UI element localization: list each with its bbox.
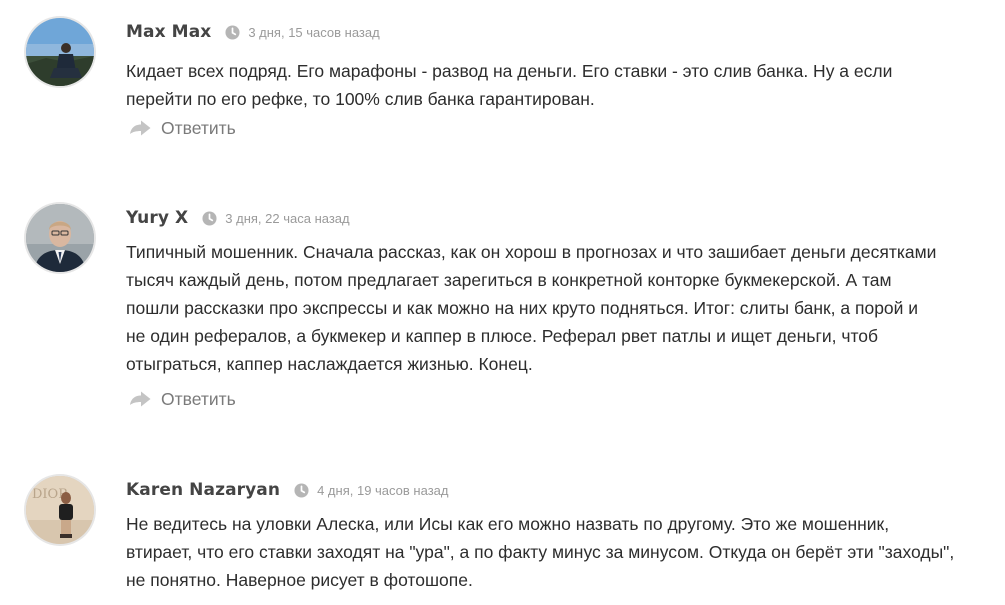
comment-text-line: отыграться, каппер наслаждается жизнью. … (126, 354, 533, 374)
comment-author[interactable]: Yury X (126, 208, 188, 228)
avatar[interactable] (26, 204, 94, 272)
comment-text-line: пошли рассказки про экспрессы и как можн… (126, 298, 919, 318)
avatar[interactable]: DIOR (26, 476, 94, 544)
avatar-photo (26, 204, 94, 272)
comment-text-line: не один рефералов, а букмекер и каппер в… (126, 326, 879, 346)
comment-text-line: Не ведитесь на уловки Алеска, или Исы ка… (126, 514, 890, 534)
comment-header: Max Max 3 дня, 15 часов назад (126, 18, 380, 46)
comment-text-line: не понятно. Наверное рисует в фотошопе. (126, 570, 473, 590)
comment-text-line: перейти по его рефке, то 100% слив банка… (126, 89, 595, 109)
clock-icon (202, 210, 217, 226)
comment-text-line: втирает, что его ставки заходят на "ура"… (126, 542, 955, 562)
comment-text-line: Кидает всех подряд. Его марафоны - разво… (126, 61, 893, 81)
comment-header: Karen Nazaryan 4 дня, 19 часов назад (126, 476, 448, 504)
reply-button[interactable]: Ответить (128, 118, 236, 139)
comment-text-line: Типичный мошенник. Сначала рассказ, как … (126, 242, 937, 262)
clock-icon (225, 24, 240, 40)
comment-author[interactable]: Max Max (126, 22, 211, 42)
comment-header: Yury X 3 дня, 22 часа назад (126, 204, 350, 232)
comment-text: Типичный мошенник. Сначала рассказ, как … (126, 238, 986, 378)
comment-time[interactable]: 3 дня, 15 часов назад (248, 25, 379, 40)
comment-time[interactable]: 3 дня, 22 часа назад (225, 211, 349, 226)
reply-label: Ответить (161, 389, 236, 409)
reply-arrow-icon (128, 391, 152, 409)
avatar-photo: DIOR (26, 476, 94, 544)
reply-arrow-icon (128, 120, 152, 138)
comment-time[interactable]: 4 дня, 19 часов назад (317, 483, 448, 498)
reply-label: Ответить (161, 118, 236, 138)
comment-text-line: тысяч каждый день, потом предлагает заре… (126, 270, 892, 290)
avatar-photo (26, 18, 94, 86)
avatar[interactable] (26, 18, 94, 86)
reply-button[interactable]: Ответить (128, 389, 236, 410)
clock-icon (294, 482, 309, 498)
comment-text: Не ведитесь на уловки Алеска, или Исы ка… (126, 510, 986, 594)
comment-author[interactable]: Karen Nazaryan (126, 480, 280, 500)
comment-text: Кидает всех подряд. Его марафоны - разво… (126, 57, 986, 113)
